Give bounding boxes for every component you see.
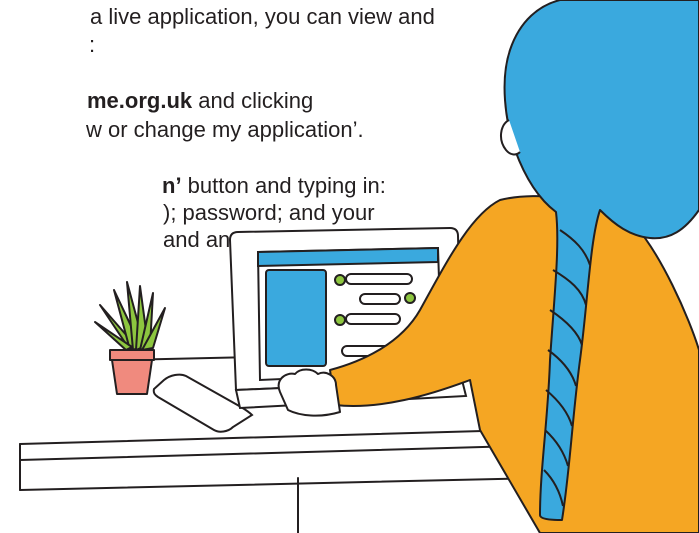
plant-illustration: [94, 281, 166, 395]
scene-illustration: [19, 0, 699, 533]
